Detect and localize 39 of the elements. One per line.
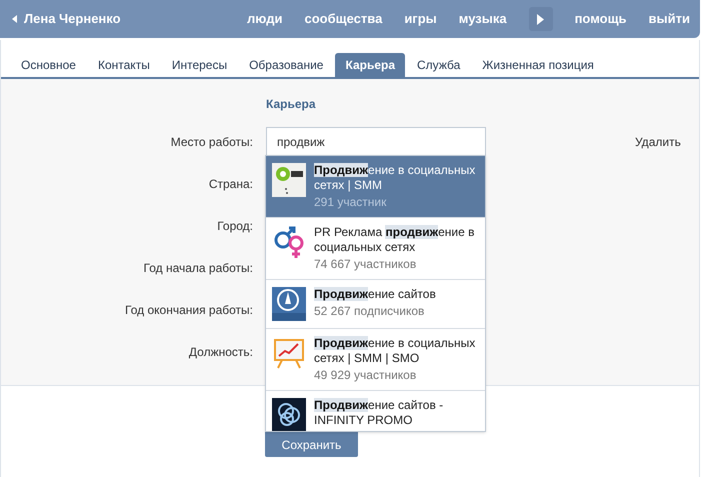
tab[interactable]: Жизненная позиция (472, 53, 604, 77)
kiwi-logo-icon (272, 163, 306, 197)
tab[interactable]: Служба (407, 53, 470, 77)
caret-right-icon (537, 14, 544, 24)
suggestion-title: PR Реклама продвижение в социальных сетях (314, 225, 476, 255)
suggestion-item[interactable]: Продвижение в социальных сетях | SMM | SMO 49 929 участников (266, 329, 485, 391)
suggestion-item[interactable]: PR Реклама продвижение в социальных сетях 74 667 участников (266, 218, 485, 280)
suggestion-item[interactable]: Продвижение сайтов 52 267 подписчиков (266, 280, 485, 329)
tab[interactable]: Образование (239, 53, 334, 77)
tab[interactable]: Карьера (335, 53, 406, 77)
gender-symbols-icon (272, 225, 306, 259)
field-label: Год окончания работы: (124, 302, 253, 319)
field-label: Должность: (188, 344, 253, 361)
section-title: Карьера (266, 96, 317, 113)
field-label: Год начала работы: (142, 260, 253, 277)
more-button[interactable] (528, 7, 553, 31)
suggestion-item[interactable]: Продвижение сайтов - INFINITY PROMO (266, 391, 485, 431)
caret-left-icon (12, 15, 17, 23)
tab[interactable]: Интересы (162, 53, 238, 77)
suggestion-title: Продвижение сайтов (314, 287, 436, 302)
suggestion-title: Продвижение в социальных сетях | SMM | SMO (314, 336, 476, 366)
tab[interactable]: Основное (11, 53, 86, 77)
field-label: Место работы: (170, 134, 253, 151)
tab[interactable]: Контакты (88, 53, 160, 77)
suggestion-title: Продвижение в социальных сетях | SMM (314, 163, 476, 193)
field-label: Страна: (208, 176, 253, 193)
member-count: 291 участник (314, 195, 388, 210)
delete-link[interactable]: Удалить (635, 133, 681, 151)
suggestion-title: Продвижение сайтов - INFINITY PROMO (314, 398, 444, 428)
member-count: 49 929 участников (314, 368, 418, 383)
member-count: 52 267 подписчиков (314, 304, 426, 319)
suggestion-item[interactable]: Продвижение в социальных сетях | SMM 291 участник (266, 156, 485, 218)
chart-easel-icon (272, 336, 306, 370)
workplace-input[interactable]: продвиж (266, 127, 486, 157)
member-count: 74 667 участников (314, 257, 418, 272)
field-label: Город: (216, 218, 253, 235)
knot-logo-icon (272, 398, 306, 431)
rocket-logo-icon (272, 287, 306, 321)
save-button[interactable]: Сохранить (265, 432, 358, 457)
